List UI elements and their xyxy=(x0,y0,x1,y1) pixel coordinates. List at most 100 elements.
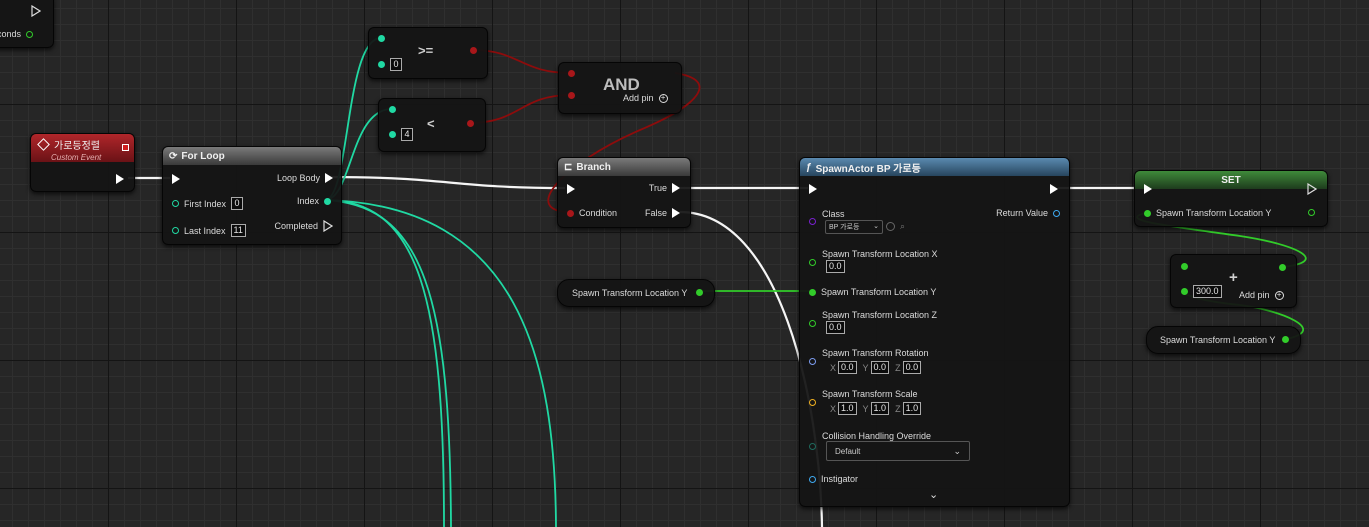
float-pin-icon[interactable] xyxy=(1144,209,1151,217)
float-pin-icon[interactable] xyxy=(1282,336,1289,343)
first-index-field[interactable]: 0 xyxy=(231,197,244,210)
return-value-pin[interactable]: Return Value xyxy=(996,208,1060,218)
seconds-pin[interactable]: conds xyxy=(0,29,34,39)
set-value-pin[interactable]: Spawn Transform Location Y xyxy=(1144,208,1271,218)
rotation-z-field[interactable]: 0.0 xyxy=(902,361,922,374)
enum-pin-icon[interactable] xyxy=(809,443,816,450)
bool-pin-icon[interactable] xyxy=(467,120,474,127)
and-node[interactable]: AND Add pin + xyxy=(558,62,682,114)
int-pin-icon[interactable] xyxy=(378,61,385,68)
bool-pin-icon[interactable] xyxy=(568,70,575,77)
expand-chevron-icon[interactable]: ⌄ xyxy=(929,488,938,501)
int-pin-icon[interactable] xyxy=(172,227,179,234)
exec-in-pin-icon[interactable] xyxy=(1144,184,1152,194)
add-circle-icon[interactable]: + xyxy=(1274,290,1284,300)
add-node-add-pin[interactable]: Add pin + xyxy=(1239,290,1284,300)
var-get-location-y-right[interactable]: Spawn Transform Location Y xyxy=(1146,326,1301,354)
first-index-pin[interactable]: First Index 0 xyxy=(172,197,244,210)
exec-out-hollow-icon[interactable] xyxy=(323,220,333,232)
exec-wire-loop-to-branch xyxy=(327,175,566,190)
chevron-down-icon: ⌄ xyxy=(873,223,879,230)
float-pin-icon[interactable] xyxy=(809,288,816,296)
bool-pin-icon[interactable] xyxy=(567,209,574,217)
int-pin-icon[interactable] xyxy=(389,106,396,113)
scale-z-field[interactable]: 1.0 xyxy=(902,402,922,415)
lt-value-field[interactable]: 4 xyxy=(401,128,413,141)
add-value-field[interactable]: 300.0 xyxy=(1193,285,1222,298)
for-loop-node[interactable]: ⟳ For Loop Loop Body Index First Index 0… xyxy=(162,146,342,245)
false-label: False xyxy=(644,208,667,218)
partial-node[interactable]: conds xyxy=(0,0,54,48)
instigator-pin[interactable]: Instigator xyxy=(809,474,858,484)
rotation-y-field[interactable]: 0.0 xyxy=(870,361,890,374)
collision-dropdown[interactable]: Default ⌄ xyxy=(826,441,970,461)
branch-node[interactable]: ⊏ Branch True Condition False xyxy=(557,157,691,228)
rotator-pin-icon[interactable] xyxy=(809,358,816,365)
int-pin-icon[interactable] xyxy=(324,197,331,205)
float-pin-icon[interactable] xyxy=(809,320,816,327)
compare-lt-node[interactable]: 4 < xyxy=(378,98,486,152)
exec-out-pin-icon[interactable] xyxy=(1050,184,1058,194)
custom-event-node[interactable]: 가로등정렬 Custom Event xyxy=(30,133,135,192)
float-pin-icon[interactable] xyxy=(26,30,34,38)
condition-pin[interactable]: Condition xyxy=(567,208,617,218)
exec-in-pin-icon[interactable] xyxy=(809,184,817,194)
index-pin[interactable]: Index xyxy=(297,196,331,206)
object-pin-icon[interactable] xyxy=(1053,209,1060,217)
exec-out-hollow-icon[interactable] xyxy=(1307,183,1317,195)
spawn-actor-node[interactable]: ƒ SpawnActor BP 가로등 Class BP 가로등 ⌄ ⌕ Ret… xyxy=(799,157,1070,507)
class-dropdown[interactable]: BP 가로등 ⌄ xyxy=(825,220,883,234)
bool-pin-icon[interactable] xyxy=(470,47,477,54)
float-pin-icon[interactable] xyxy=(1181,263,1188,270)
last-index-field[interactable]: 11 xyxy=(230,224,246,237)
loc-y-pin[interactable]: Spawn Transform Location Y xyxy=(809,287,936,297)
float-pin-icon[interactable] xyxy=(1308,209,1315,216)
ge-b-pin[interactable]: 0 xyxy=(378,58,402,71)
loop-body-pin[interactable]: Loop Body xyxy=(277,173,333,183)
and-add-pin[interactable]: Add pin + xyxy=(623,93,668,103)
set-node[interactable]: SET Spawn Transform Location Y xyxy=(1134,170,1328,227)
exec-out-pin-icon[interactable] xyxy=(116,174,124,184)
add-b-pin[interactable]: 300.0 xyxy=(1181,285,1222,298)
true-pin[interactable]: True xyxy=(649,183,680,193)
int-pin-icon[interactable] xyxy=(389,131,396,138)
set-title: SET xyxy=(1221,174,1241,186)
browse-search-icon[interactable]: ⌕ xyxy=(900,221,905,232)
float-pin-icon[interactable] xyxy=(809,259,816,266)
exec-out-pin-icon[interactable] xyxy=(672,183,680,193)
lt-b-pin[interactable]: 4 xyxy=(389,128,413,141)
last-index-pin[interactable]: Last Index 11 xyxy=(172,224,246,237)
compare-ge-node[interactable]: 0 >= xyxy=(368,27,488,79)
false-pin[interactable]: False xyxy=(645,208,680,218)
scale-label: Spawn Transform Scale xyxy=(822,389,918,399)
and-title: AND xyxy=(603,75,640,94)
int-pin-icon[interactable] xyxy=(378,35,385,42)
vector-pin-icon[interactable] xyxy=(809,399,816,406)
exec-out-pin-icon[interactable] xyxy=(672,208,680,218)
int-pin-icon[interactable] xyxy=(172,200,179,207)
scale-x-field[interactable]: 1.0 xyxy=(838,402,857,415)
collision-dropdown-value: Default xyxy=(835,447,861,456)
add-float-node[interactable]: 300.0 + Add pin + xyxy=(1170,254,1297,308)
exec-out-pin-icon[interactable] xyxy=(31,4,42,18)
float-pin-icon[interactable] xyxy=(1279,264,1286,271)
delegate-pin-icon[interactable] xyxy=(122,144,129,151)
ge-value-field[interactable]: 0 xyxy=(390,58,402,71)
object-pin-icon[interactable] xyxy=(809,475,816,483)
var-get-location-y-left[interactable]: Spawn Transform Location Y xyxy=(557,279,715,307)
use-selected-icon[interactable] xyxy=(886,222,895,231)
exec-in-pin-icon[interactable] xyxy=(567,184,575,194)
exec-in-pin-icon[interactable] xyxy=(172,174,180,184)
float-pin-icon[interactable] xyxy=(696,289,703,296)
exec-out-pin-icon[interactable] xyxy=(325,173,333,183)
bool-pin-icon[interactable] xyxy=(568,92,575,99)
loc-z-field[interactable]: 0.0 xyxy=(826,321,845,334)
loc-x-field[interactable]: 0.0 xyxy=(826,260,845,273)
rotation-x-field[interactable]: 0.0 xyxy=(838,361,857,374)
class-pin-icon[interactable] xyxy=(809,218,816,225)
add-circle-icon[interactable]: + xyxy=(658,93,668,103)
float-pin-icon[interactable] xyxy=(1181,288,1188,295)
chevron-down-icon: ⌄ xyxy=(953,446,961,456)
completed-pin[interactable]: Completed xyxy=(274,220,333,232)
scale-y-field[interactable]: 1.0 xyxy=(870,402,890,415)
